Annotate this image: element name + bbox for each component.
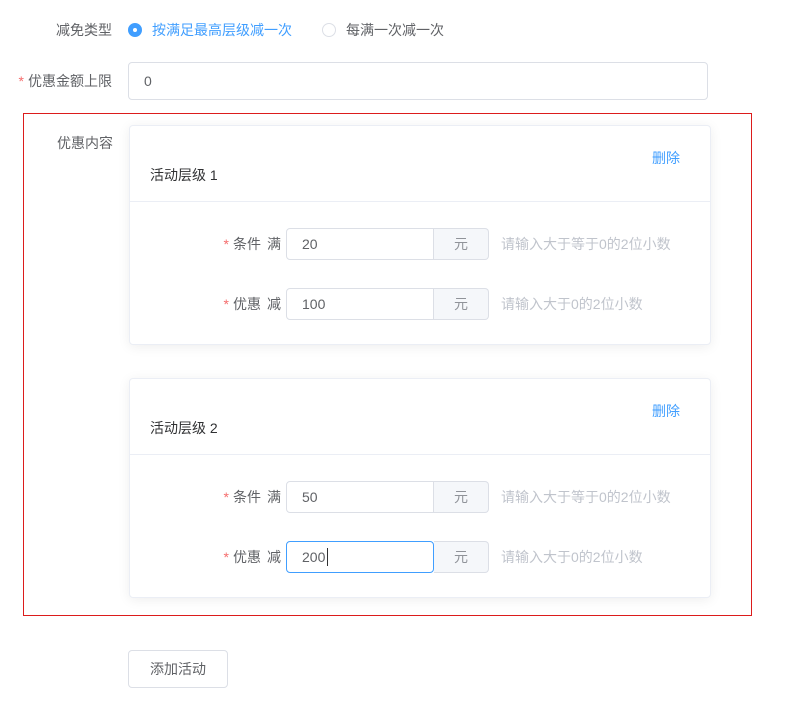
- unit-yuan: 元: [434, 228, 489, 260]
- discount-input-group: 元: [286, 288, 489, 320]
- max-discount-label: 优惠金额上限: [0, 71, 112, 91]
- unit-yuan: 元: [434, 541, 489, 573]
- card-title: 活动层级 2: [150, 418, 218, 454]
- activity-level-card-1: 活动层级 1 删除 条件满 元 请输入大于等于0的2位小数 优惠减: [129, 125, 711, 345]
- radio-option-label: 按满足最高层级减一次: [152, 20, 292, 40]
- reduction-type-radio-group: 按满足最高层级减一次 每满一次减一次: [128, 20, 474, 40]
- max-discount-input[interactable]: [128, 62, 708, 100]
- radio-unselected-icon: [322, 23, 336, 37]
- condition-field-row: 条件满 元 请输入大于等于0的2位小数: [150, 481, 690, 513]
- input-hint: 请输入大于0的2位小数: [501, 547, 643, 567]
- unit-yuan: 元: [434, 288, 489, 320]
- required-mark: [224, 296, 233, 312]
- condition-prefix: 满: [267, 489, 281, 505]
- activity-level-card-2: 活动层级 2 删除 条件满 元 请输入大于等于0的2位小数 优惠减: [129, 378, 711, 598]
- condition-field-row: 条件满 元 请输入大于等于0的2位小数: [150, 228, 690, 260]
- card-body: 条件满 元 请输入大于等于0的2位小数 优惠减 元: [130, 455, 710, 597]
- card-title: 活动层级 1: [150, 165, 218, 201]
- reduction-type-row: 减免类型 按满足最高层级减一次 每满一次减一次: [0, 20, 812, 40]
- condition-input-group: 元: [286, 228, 489, 260]
- radio-option-label: 每满一次减一次: [346, 20, 444, 40]
- card-header: 活动层级 2 删除: [130, 379, 710, 455]
- input-hint: 请输入大于等于0的2位小数: [501, 487, 671, 507]
- required-mark: [224, 549, 233, 565]
- required-mark: [224, 489, 233, 505]
- discount-label: 优惠减: [150, 294, 281, 314]
- activity-level-cards: 活动层级 1 删除 条件满 元 请输入大于等于0的2位小数 优惠减: [129, 125, 711, 598]
- condition-input-group: 元: [286, 481, 489, 513]
- condition-amount-input[interactable]: [286, 481, 434, 513]
- discount-amount-input[interactable]: [286, 288, 434, 320]
- add-activity-button[interactable]: 添加活动: [128, 650, 228, 688]
- discount-field-row: 优惠减 元 请输入大于0的2位小数: [150, 541, 690, 573]
- promotion-form: 减免类型 按满足最高层级减一次 每满一次减一次 优惠金额上限 优惠内容 活动层级…: [0, 20, 812, 688]
- condition-label: 条件满: [150, 234, 281, 254]
- discount-prefix: 减: [267, 296, 281, 312]
- required-mark: [224, 236, 233, 252]
- max-discount-row: 优惠金额上限: [0, 62, 812, 100]
- condition-prefix: 满: [267, 236, 281, 252]
- discount-content-group: 优惠内容 活动层级 1 删除 条件满 元 请输入大于等于0的2位小数: [23, 113, 752, 616]
- text-cursor: [327, 548, 328, 566]
- discount-field-row: 优惠减 元 请输入大于0的2位小数: [150, 288, 690, 320]
- discount-label: 优惠减: [150, 547, 281, 567]
- card-header: 活动层级 1 删除: [130, 126, 710, 202]
- input-hint: 请输入大于等于0的2位小数: [501, 234, 671, 254]
- card-body: 条件满 元 请输入大于等于0的2位小数 优惠减 元 请输入大于0: [130, 202, 710, 344]
- radio-selected-icon: [128, 23, 142, 37]
- delete-level-button[interactable]: 删除: [652, 126, 680, 168]
- condition-amount-input[interactable]: [286, 228, 434, 260]
- discount-amount-input-focused[interactable]: [286, 541, 434, 573]
- discount-input-group-focused: 元: [286, 541, 489, 573]
- required-mark: [19, 73, 28, 89]
- condition-label: 条件满: [150, 487, 281, 507]
- radio-option-every-time[interactable]: 每满一次减一次: [322, 20, 444, 40]
- radio-option-highest-level[interactable]: 按满足最高层级减一次: [128, 20, 292, 40]
- unit-yuan: 元: [434, 481, 489, 513]
- discount-content-label: 优惠内容: [24, 125, 113, 598]
- reduction-type-label: 减免类型: [0, 20, 112, 40]
- discount-prefix: 减: [267, 549, 281, 565]
- delete-level-button[interactable]: 删除: [652, 379, 680, 421]
- input-hint: 请输入大于0的2位小数: [501, 294, 643, 314]
